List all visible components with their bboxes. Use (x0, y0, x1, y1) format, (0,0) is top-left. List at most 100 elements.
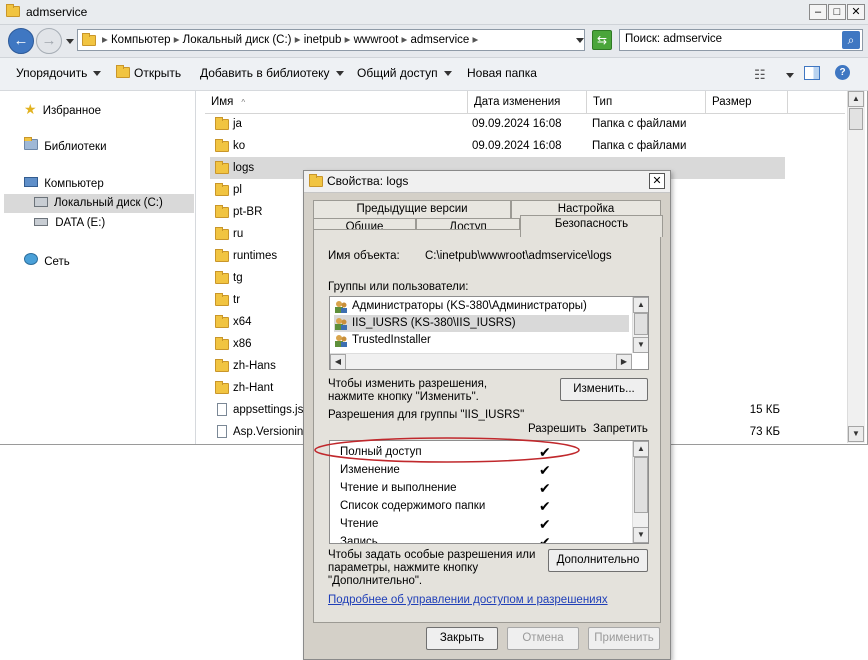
forward-arrow-icon[interactable]: → (36, 28, 62, 54)
file-size: 73 КБ (749, 426, 780, 438)
file-row[interactable]: ko 09.09.2024 16:08 Папка с файлами (210, 135, 785, 157)
close-button[interactable]: ✕ (847, 4, 865, 20)
crumb-admservice[interactable]: admservice (411, 34, 470, 46)
folder-icon (215, 315, 229, 328)
column-type[interactable]: Тип (587, 91, 706, 113)
scroll-up-icon[interactable]: ▲ (633, 441, 648, 457)
file-name: Asp.Versioning (233, 426, 310, 438)
advanced-hint: Чтобы задать особые разрешения или парам… (328, 549, 536, 587)
scroll-down-icon[interactable]: ▼ (848, 426, 864, 442)
user-item-trustedinstaller[interactable]: TrustedInstaller (334, 332, 629, 349)
nav-item-computer[interactable]: Компьютер (24, 177, 104, 190)
explorer-titlebar: admservice – □ ✕ (0, 0, 868, 25)
view-options-icon[interactable]: ☷ (754, 67, 766, 83)
scroll-right-icon[interactable]: ▶ (616, 354, 632, 369)
help-icon[interactable]: ? (835, 65, 850, 80)
file-name: zh-Hant (233, 382, 274, 394)
refresh-icon[interactable]: ⇆ (592, 30, 612, 50)
scroll-up-icon[interactable]: ▲ (848, 91, 864, 107)
address-bar[interactable]: ▸ Компьютер ▸ Локальный диск (C:) ▸ inet… (77, 29, 585, 51)
minimize-button[interactable]: – (809, 4, 827, 20)
drive-icon (34, 197, 48, 207)
scroll-left-icon[interactable]: ◀ (330, 354, 346, 369)
allow-check-icon: ✔ (539, 534, 551, 544)
organize-button[interactable]: Упорядочить (16, 66, 102, 80)
back-arrow-icon[interactable]: ← (8, 28, 34, 54)
breadcrumb: ▸ Компьютер ▸ Локальный диск (C:) ▸ inet… (102, 34, 479, 46)
close-dialog-button[interactable]: Закрыть (426, 627, 498, 650)
dialog-close-icon[interactable]: ✕ (649, 173, 665, 189)
column-date[interactable]: Дата изменения (468, 91, 587, 113)
folder-icon (215, 249, 229, 262)
change-hint: Чтобы изменить разрешения, нажмите кнопк… (328, 378, 488, 403)
object-name-label: Имя объекта: (328, 250, 400, 262)
address-dropdown-icon[interactable] (576, 38, 584, 43)
maximize-button[interactable]: □ (828, 4, 846, 20)
cancel-button[interactable]: Отмена (507, 627, 579, 650)
groups-label: Группы или пользователи: (328, 281, 469, 293)
star-icon: ★ (24, 101, 37, 117)
file-name: tg (233, 272, 243, 284)
address-toolbar: ← → ▸ Компьютер ▸ Локальный диск (C:) ▸ … (0, 25, 868, 58)
new-folder-button[interactable]: Новая папка (467, 66, 537, 80)
view-dropdown-icon[interactable] (786, 73, 794, 78)
change-button[interactable]: Изменить... (560, 378, 648, 401)
preview-pane-icon[interactable] (804, 66, 820, 80)
dialog-titlebar: Свойства: logs ✕ (304, 171, 670, 193)
allow-check-icon: ✔ (539, 498, 551, 514)
scroll-thumb[interactable] (849, 108, 863, 130)
scroll-down-icon[interactable]: ▼ (633, 337, 648, 353)
folder-icon (215, 337, 229, 350)
file-date: 09.09.2024 16:08 (472, 140, 562, 152)
file-name: logs (233, 162, 255, 174)
users-vscroll[interactable]: ▲ ▼ (632, 297, 648, 353)
column-size[interactable]: Размер (706, 91, 788, 113)
nav-item-network[interactable]: Сеть (24, 253, 70, 268)
scroll-thumb[interactable] (634, 313, 648, 335)
file-name: x86 (233, 338, 252, 350)
nav-item-local-disk[interactable]: Локальный диск (C:) (4, 194, 194, 213)
open-button[interactable]: Открыть (116, 65, 181, 80)
perms-vscroll[interactable]: ▲ ▼ (632, 441, 648, 543)
users-hscroll[interactable]: ◀ ▶ (330, 353, 632, 369)
permission-name: Чтение (340, 518, 379, 530)
tab-security[interactable]: Безопасность (520, 215, 663, 237)
folder-icon (82, 33, 96, 46)
search-placeholder: Поиск: admservice (625, 33, 723, 45)
user-item-iis-iusrs[interactable]: IIS_IUSRS (KS-380\IIS_IUSRS) (334, 315, 629, 332)
crumb-computer[interactable]: Компьютер (111, 34, 171, 46)
nav-item-libraries[interactable]: Библиотеки (24, 137, 107, 153)
apply-button[interactable]: Применить (588, 627, 660, 650)
scroll-thumb[interactable] (634, 457, 648, 513)
crumb-local-disk[interactable]: Локальный диск (C:) (183, 34, 292, 46)
add-to-library-button[interactable]: Добавить в библиотеку (200, 66, 344, 80)
window-title: admservice (26, 5, 88, 19)
column-name[interactable]: Имя ^ (205, 91, 468, 113)
users-listbox[interactable]: Администраторы (KS-380\Администраторы) I… (329, 296, 649, 370)
search-icon[interactable]: ⌕ (842, 31, 860, 49)
navigation-pane: ★ Избранное Библиотеки Компьютер Локальн… (0, 91, 196, 444)
crumb-wwwroot[interactable]: wwwroot (354, 34, 399, 46)
file-size: 15 КБ (749, 404, 780, 416)
scroll-down-icon[interactable]: ▼ (633, 527, 648, 543)
folder-icon (215, 227, 229, 240)
vertical-scrollbar[interactable]: ▲ ▼ (847, 91, 865, 443)
history-dropdown-icon[interactable] (66, 39, 74, 44)
user-item-administrators[interactable]: Администраторы (KS-380\Администраторы) (334, 298, 629, 315)
file-name: runtimes (233, 250, 278, 262)
file-row[interactable]: ja 09.09.2024 16:08 Папка с файлами (210, 113, 785, 135)
file-date: 09.09.2024 16:08 (472, 118, 562, 130)
advanced-button[interactable]: Дополнительно (548, 549, 648, 572)
permissions-label: Разрешения для группы "IIS_IUSRS" (328, 409, 525, 421)
share-button[interactable]: Общий доступ (357, 66, 452, 80)
network-icon (24, 253, 38, 265)
highlight-ellipse (314, 437, 580, 463)
learn-more-link[interactable]: Подробнее об управлении доступом и разре… (328, 594, 608, 606)
scroll-up-icon[interactable]: ▲ (633, 297, 648, 313)
object-name-value: C:\inetpub\wwwroot\admservice\logs (425, 250, 612, 262)
nav-item-data-disk[interactable]: DATA (E:) (34, 217, 105, 229)
search-input[interactable]: Поиск: admservice ⌕ (619, 29, 863, 51)
tab-previous-versions[interactable]: Предыдущие версии (313, 200, 511, 219)
crumb-inetpub[interactable]: inetpub (304, 34, 342, 46)
nav-item-favorites[interactable]: ★ Избранное (24, 101, 101, 118)
